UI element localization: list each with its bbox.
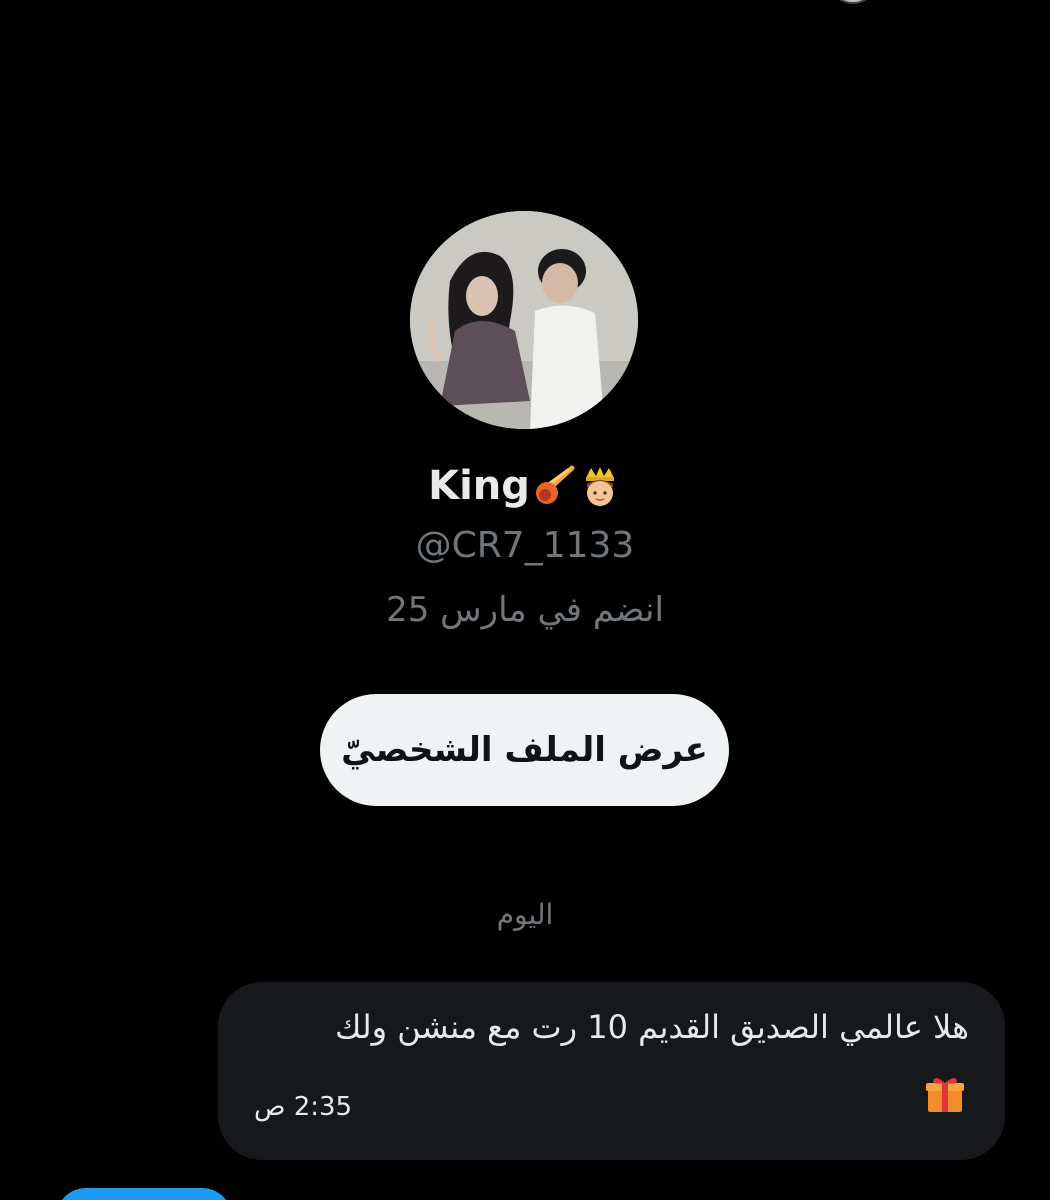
display-name: King bbox=[0, 456, 1050, 514]
prince-icon bbox=[578, 464, 622, 508]
joined-date: انضم في مارس 25 bbox=[386, 590, 664, 630]
profile-avatar[interactable] bbox=[410, 211, 638, 429]
gift-icon bbox=[923, 1072, 967, 1116]
header-avatar[interactable] bbox=[828, 0, 878, 4]
sent-message-bubble[interactable] bbox=[56, 1188, 232, 1200]
message-timestamp: 2:35 ص bbox=[254, 1092, 353, 1122]
display-name-text: King bbox=[428, 463, 530, 509]
message-text: هلا عالمي الصديق القديم 10 رت مع منشن ول… bbox=[334, 1008, 969, 1046]
day-separator: اليوم bbox=[496, 898, 554, 931]
received-message-bubble[interactable]: هلا عالمي الصديق القديم 10 رت مع منشن ول… bbox=[218, 982, 1005, 1160]
profile-handle: @CR7_1133 bbox=[415, 525, 635, 566]
avatar-photo bbox=[410, 211, 638, 429]
comet-icon bbox=[532, 464, 576, 508]
view-profile-button[interactable]: عرض الملف الشخصيّ bbox=[320, 694, 729, 806]
